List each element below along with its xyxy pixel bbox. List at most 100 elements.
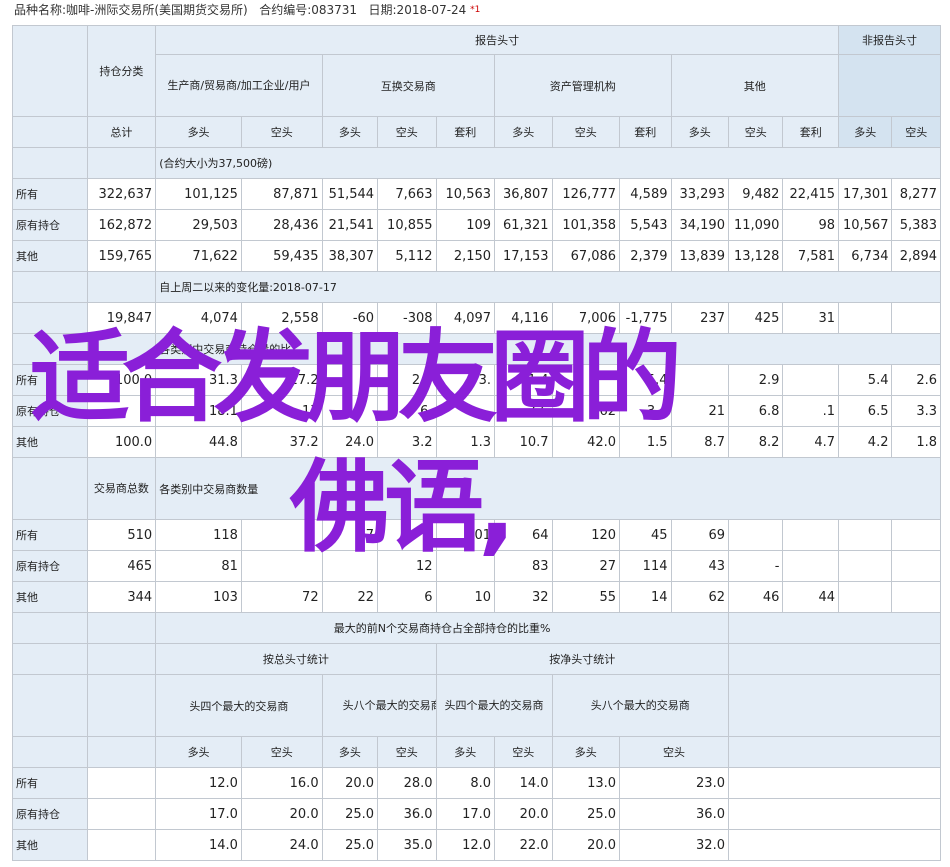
empty-cell: [727, 829, 942, 861]
empty-cell: [727, 798, 942, 830]
data-cell: 8.2: [727, 426, 784, 458]
data-cell: 72: [240, 581, 323, 613]
empty-cell: [891, 550, 941, 582]
footnote-link[interactable]: *1: [470, 5, 480, 15]
gross-top8-short: 空头: [377, 736, 437, 768]
row-label: 其他: [12, 581, 88, 613]
data-cell: [377, 519, 437, 551]
data-cell: 7.6: [494, 395, 553, 427]
table-row: 所有 12.0 16.0 20.0 28.0 8.0 14.0 13.0 23.0: [12, 767, 942, 799]
data-cell: 13,839: [670, 240, 729, 272]
data-cell: 24.0: [321, 426, 379, 458]
data-cell: [240, 550, 323, 582]
data-cell: 38,307: [321, 240, 379, 272]
data-cell: 51,544: [321, 178, 379, 210]
data-cell: 4,097: [435, 302, 496, 334]
row-label: 其他: [12, 240, 88, 272]
data-cell: 2.6: [891, 364, 941, 396]
data-cell: 12.0: [155, 767, 242, 799]
empty-cell: [838, 581, 893, 613]
data-cell: 237: [670, 302, 729, 334]
producer-header: 生产商/贸易商/加工企业/用户: [155, 54, 323, 117]
producer-long-header: 多头: [155, 116, 242, 148]
empty-cell: [727, 519, 784, 551]
data-cell: 103: [155, 581, 242, 613]
data-cell: 1.3: [435, 426, 496, 458]
data-cell: [670, 364, 729, 396]
nonrep-long-header: 多头: [838, 116, 893, 148]
table-row: 其他 159,765 71,622 59,435 38,307 5,112 2,150 17,…: [12, 240, 941, 272]
row-label: 原有持仓: [12, 798, 88, 830]
data-cell: 34,190: [670, 209, 729, 241]
data-cell: 25.0: [321, 829, 379, 861]
row-label: 所有: [12, 178, 88, 210]
data-cell: 4,074: [155, 302, 242, 334]
data-cell: 31: [782, 302, 840, 334]
data-cell: 101: [435, 519, 496, 551]
data-cell: 5.4: [838, 364, 893, 396]
data-cell: 36.0: [377, 798, 437, 830]
data-cell: 25.0: [551, 798, 621, 830]
table-row: 原有持仓 465 81 12 83 27 114 43-: [12, 550, 941, 582]
data-cell: 6: [377, 581, 437, 613]
other-short-header: 空头: [727, 116, 784, 148]
data-cell: 17.0: [435, 798, 496, 830]
data-cell: 11,090: [727, 209, 784, 241]
data-cell: 4.7: [782, 426, 840, 458]
data-cell: 101,358: [551, 209, 621, 241]
data-cell: 6.8: [727, 395, 784, 427]
gross-top4-short: 空头: [240, 736, 323, 768]
traders-section-title: 各类别中交易商数量: [155, 457, 941, 520]
data-cell: 28,436: [240, 209, 323, 241]
data-cell: 45: [619, 519, 672, 551]
header-row-3: 总计 多头 空头 多头 空头 套利 多头 空头 套利 多头 空头 套利 多头 空…: [12, 116, 941, 148]
contract-code: 合约编号:083731: [259, 3, 358, 17]
data-cell: 22.0: [494, 829, 553, 861]
data-cell: 1.5: [619, 426, 672, 458]
table-row: 其他 344 103 72 22 6 10 32 55 14 62 46 44: [12, 581, 941, 613]
concentration-group-row: 按总头寸统计 按净头寸统计: [12, 643, 942, 675]
data-cell: 2,558: [240, 302, 323, 334]
percent-section-title: 各类别中交易商持仓量的比: [155, 333, 941, 365]
data-cell: 5.4: [619, 364, 672, 396]
data-cell: 33,293: [670, 178, 729, 210]
data-cell: 14.0: [494, 767, 553, 799]
gross-header: 按总头寸统计: [155, 643, 437, 675]
header-row-1: 持仓分类 报告头寸 非报告头寸: [12, 25, 941, 117]
gross-top8-long: 多头: [321, 736, 379, 768]
producer-short-header: 空头: [240, 116, 323, 148]
data-cell: 21: [670, 395, 729, 427]
empty-cell: [782, 550, 840, 582]
managed-spread-header: 套利: [619, 116, 672, 148]
other-long-header: 多头: [670, 116, 729, 148]
data-cell: 20.0: [551, 829, 621, 861]
data-cell: 4,116: [494, 302, 553, 334]
data-cell: 7,006: [551, 302, 621, 334]
data-cell: 7,581: [782, 240, 840, 272]
data-cell: 18.1: [155, 395, 242, 427]
total-header: 总计: [86, 116, 157, 148]
data-cell: 10,855: [377, 209, 437, 241]
positions-body: 所有 322,637 101,125 87,871 51,544 7,663 10,563 3…: [12, 178, 941, 272]
data-cell: 6,734: [838, 240, 893, 272]
report-date: 日期:2018-07-24: [368, 3, 467, 17]
data-cell: 5,112: [377, 240, 437, 272]
empty-cell: [838, 302, 893, 334]
data-cell: 32.0: [619, 829, 729, 861]
data-cell: 1.4: [494, 364, 553, 396]
nonrep-short-header: 空头: [891, 116, 941, 148]
gross-top8-header: 头八个最大的交易商: [321, 674, 437, 737]
data-cell: 25.0: [321, 798, 379, 830]
row-label: 所有: [12, 519, 88, 551]
empty-cell: [891, 581, 941, 613]
data-cell: 17: [240, 395, 323, 427]
data-cell: 425: [727, 302, 784, 334]
table-row: 其他 14.0 24.0 25.0 35.0 12.0 22.0 20.0 32.0: [12, 829, 942, 861]
data-cell: 44: [782, 581, 840, 613]
empty-cell: [891, 302, 941, 334]
net-top4-header: 头四个最大的交易商: [435, 674, 553, 737]
net-top8-long: 多头: [551, 736, 621, 768]
data-cell: 10.7: [494, 426, 553, 458]
percent-section-row: 各类别中交易商持仓量的比: [12, 333, 941, 365]
data-cell: 64: [494, 519, 553, 551]
